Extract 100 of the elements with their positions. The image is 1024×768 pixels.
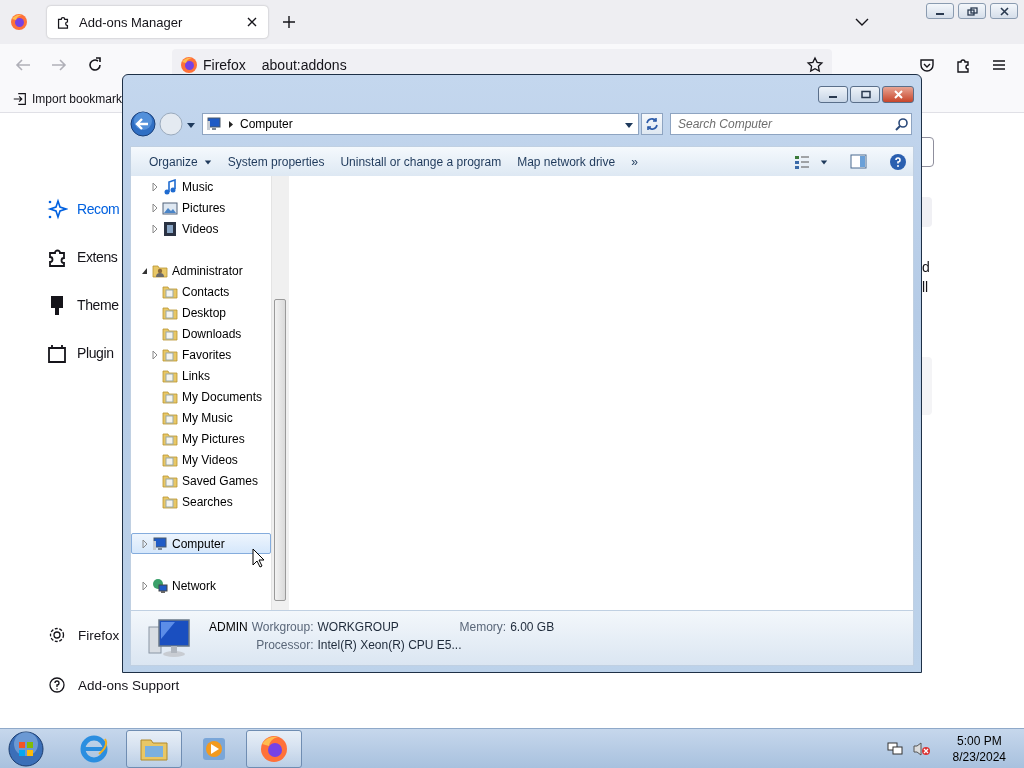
firefox-logo-icon <box>180 56 198 74</box>
folder-icon <box>162 472 178 489</box>
folder-icon <box>162 409 178 426</box>
folder-icon <box>162 367 178 384</box>
scrollbar[interactable] <box>271 176 289 610</box>
star-icon[interactable] <box>806 56 824 74</box>
expand-arrow-icon[interactable] <box>142 581 148 590</box>
support-link[interactable]: Add-ons Support <box>46 674 180 696</box>
network-icon[interactable] <box>886 740 903 757</box>
help-icon[interactable] <box>889 152 907 171</box>
browser-tab[interactable]: Add-ons Manager <box>47 6 268 38</box>
refresh-icon <box>644 116 660 132</box>
category-item[interactable]: Recom <box>46 185 122 233</box>
tab-title: Add-ons Manager <box>79 14 184 30</box>
expand-arrow-icon[interactable] <box>152 182 158 191</box>
folder-icon <box>162 451 178 468</box>
category-item[interactable]: Theme <box>46 281 122 329</box>
tree-item[interactable]: Downloads <box>131 323 271 344</box>
category-item[interactable]: Extens <box>46 233 122 281</box>
minimize-button[interactable] <box>818 85 848 103</box>
organize-menu[interactable]: Organize <box>141 150 220 173</box>
tree-item[interactable]: Saved Games <box>131 470 271 491</box>
tree-item[interactable]: Videos <box>131 218 271 239</box>
tree-item[interactable]: Links <box>131 365 271 386</box>
tree-item[interactable]: Administrator <box>131 260 271 281</box>
restore-icon <box>966 6 978 16</box>
field-value: 6.00 GB <box>510 620 555 636</box>
address-field[interactable]: Computer <box>202 113 639 135</box>
firefox-logo-icon <box>259 733 289 764</box>
toolbar-button[interactable]: Map network drive <box>509 150 624 173</box>
folder-icon <box>162 493 178 510</box>
close-icon <box>892 89 904 99</box>
field-label: Memory: <box>459 620 507 636</box>
toolbar-button[interactable]: System properties <box>219 150 333 173</box>
new-tab-icon[interactable] <box>281 14 297 30</box>
help-icon <box>48 676 66 694</box>
preview-pane-icon[interactable] <box>850 153 867 170</box>
pocket-icon[interactable] <box>918 56 936 74</box>
minimize-icon <box>829 96 837 98</box>
toolbar-button[interactable]: Uninstall or change a program <box>332 150 510 173</box>
computer-icon <box>206 116 222 132</box>
tree-item[interactable]: Pictures <box>131 197 271 218</box>
search-icon[interactable] <box>894 117 908 131</box>
close-button[interactable] <box>882 85 914 103</box>
arrow-icon <box>228 119 234 129</box>
speaker-muted-icon[interactable] <box>912 740 931 757</box>
settings-icon <box>48 626 66 644</box>
url-text: about:addons <box>261 57 348 73</box>
settings-link[interactable]: Firefox <box>46 624 120 646</box>
toolbar-button[interactable]: » <box>623 150 646 173</box>
taskbar-button[interactable] <box>246 729 302 768</box>
start-button[interactable] <box>6 729 46 768</box>
tree-item[interactable]: Contacts <box>131 281 271 302</box>
restore-button[interactable] <box>958 3 986 19</box>
views-icon[interactable] <box>794 153 810 170</box>
sparkle-icon <box>46 198 68 220</box>
breadcrumb[interactable]: Computer <box>240 117 293 131</box>
computer-name: ADMIN <box>209 620 248 636</box>
field-value: WORKGROUP <box>317 620 400 636</box>
puzzle-icon <box>55 14 71 30</box>
folder-icon <box>162 325 178 342</box>
search-box[interactable]: Search Computer <box>670 113 912 135</box>
expand-arrow-icon[interactable] <box>142 539 148 548</box>
clock-date[interactable]: 8/23/2024 <box>952 748 1006 765</box>
tree-item[interactable]: Network <box>131 575 271 596</box>
tree-item[interactable]: My Music <box>131 407 271 428</box>
close-button[interactable] <box>990 3 1018 19</box>
maximize-icon <box>859 89 871 99</box>
bookmark-link[interactable]: Import bookmark <box>32 92 123 106</box>
firefox-logo-icon[interactable] <box>10 13 28 31</box>
tree-item[interactable]: Music <box>131 176 271 197</box>
tree-item[interactable]: My Documents <box>131 386 271 407</box>
back-button[interactable] <box>130 111 156 137</box>
caret-icon[interactable] <box>820 157 828 166</box>
category-item[interactable]: Plugin <box>46 329 122 377</box>
clock-time[interactable]: 5:00 PM <box>956 732 1002 749</box>
caret-icon <box>203 157 212 166</box>
expand-arrow-icon[interactable] <box>152 203 158 212</box>
computer-icon <box>147 617 193 659</box>
minimize-button[interactable] <box>926 3 954 19</box>
tree-item[interactable]: Desktop <box>131 302 271 323</box>
text-fragment: ll <box>922 278 930 297</box>
tree-item[interactable]: Searches <box>131 491 271 512</box>
plug-icon <box>46 342 68 364</box>
film-icon <box>162 220 178 237</box>
taskbar-button[interactable] <box>126 729 182 768</box>
maximize-button[interactable] <box>850 85 880 103</box>
puzzle-icon[interactable] <box>954 56 972 74</box>
reload-icon[interactable] <box>86 56 104 74</box>
collapse-arrow-icon[interactable] <box>142 266 148 275</box>
tree-item[interactable]: My Pictures <box>131 428 271 449</box>
folder-icon <box>162 346 178 363</box>
expand-arrow-icon[interactable] <box>152 224 158 233</box>
tree-item[interactable]: Computer <box>131 533 271 554</box>
tree-item[interactable]: Favorites <box>131 344 271 365</box>
tree-item[interactable]: My Videos <box>131 449 271 470</box>
computer-icon <box>152 535 168 552</box>
expand-arrow-icon[interactable] <box>152 350 158 359</box>
folder-icon <box>162 388 178 405</box>
refresh-button[interactable] <box>641 113 663 135</box>
